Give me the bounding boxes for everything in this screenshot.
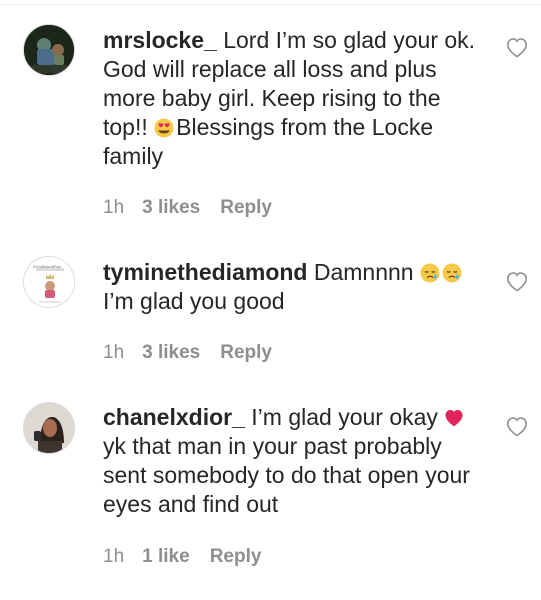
comment-username[interactable]: mrslocke_: [103, 27, 217, 53]
heart-outline-icon[interactable]: [505, 270, 529, 292]
comment-likes[interactable]: 3 likes: [142, 197, 200, 218]
crying-face-emoji-icon: [420, 263, 440, 283]
comment-body-end: yk that man in your past probably sent s…: [103, 433, 470, 517]
heart-outline-icon[interactable]: [505, 415, 529, 437]
top-divider: [0, 4, 541, 5]
reply-button[interactable]: Reply: [220, 197, 272, 218]
comment-meta: 1h 1 like Reply: [103, 545, 281, 569]
comment-body: Damnnnn: [307, 259, 420, 285]
reply-button[interactable]: Reply: [210, 546, 262, 567]
comment-time[interactable]: 1h: [103, 197, 124, 218]
avatar-photo: [24, 403, 74, 453]
comment-body: I’m glad your okay: [244, 404, 445, 430]
avatar[interactable]: [23, 24, 75, 76]
comment-text: mrslocke_ Lord I’m so glad your ok. God …: [103, 26, 481, 171]
comment-likes[interactable]: 3 likes: [142, 342, 200, 363]
red-heart-emoji-icon: [445, 410, 463, 427]
comment-likes[interactable]: 1 like: [142, 546, 190, 567]
comment-text: tyminethediamond Damnnnn I’m glad you go…: [103, 258, 481, 316]
comment-text: chanelxdior_ I’m glad your okay yk that …: [103, 403, 481, 519]
comment-username[interactable]: chanelxdior_: [103, 404, 245, 430]
comment-body-end: I’m glad you good: [103, 288, 285, 314]
avatar-photo: [24, 25, 74, 75]
crying-face-emoji-icon: [442, 263, 462, 283]
avatar[interactable]: [23, 402, 75, 454]
comment-meta: 1h 3 likes Reply: [103, 341, 292, 365]
heart-outline-icon[interactable]: [505, 36, 529, 58]
comment-time[interactable]: 1h: [103, 342, 124, 363]
comment-time[interactable]: 1h: [103, 546, 124, 567]
comment-meta: 1h 3 likes Reply: [103, 196, 292, 220]
reply-button[interactable]: Reply: [220, 342, 272, 363]
avatar-caption: #YouBeenAFan: [33, 264, 61, 269]
comment-username[interactable]: tyminethediamond: [103, 259, 307, 285]
heart-eyes-emoji-icon: [154, 118, 174, 138]
avatar[interactable]: #YouBeenAFan: [23, 256, 75, 308]
